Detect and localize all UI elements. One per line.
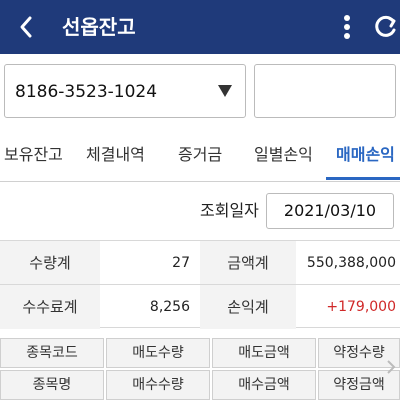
col-header: 종목명 (0, 370, 104, 400)
query-date-label: 조회일자 (200, 201, 259, 220)
col-header: 매수수량 (106, 370, 210, 400)
table-header-row: 종목코드 매도수량 매도금액 약정수량 (0, 338, 400, 368)
page-title: 선옵잔고 (62, 15, 136, 39)
tab-margin[interactable]: 증거금 (178, 128, 222, 181)
password-field[interactable] (254, 64, 396, 118)
more-vertical-icon (344, 15, 350, 39)
back-button[interactable] (8, 8, 44, 46)
account-select[interactable]: 8186-3523-1024 (4, 64, 246, 118)
tab-holdings[interactable]: 보유잔고 (4, 128, 63, 181)
col-header: 매도수량 (106, 338, 210, 368)
amount-total-value: 550,388,000 (306, 255, 396, 271)
account-number: 8186-3523-1024 (15, 82, 158, 102)
tab-daily-pnl[interactable]: 일별손익 (254, 128, 313, 181)
fee-total-label: 수수료계 (0, 285, 100, 329)
qty-total-value: 27 (172, 255, 190, 271)
summary-row: 수량계 27 금액계 550,388,000 (0, 240, 400, 285)
table-header-row: 종목명 매수수량 매수금액 약정금액 (0, 370, 400, 400)
col-header: 종목코드 (0, 338, 104, 368)
tab-executions[interactable]: 체결내역 (86, 128, 145, 181)
app-header: 선옵잔고 (0, 0, 400, 54)
summary-row: 수수료계 8,256 손익계 +179,000 (0, 284, 400, 329)
active-tab-indicator (326, 177, 400, 180)
fee-total-value: 8,256 (149, 299, 190, 315)
scroll-right-button[interactable] (382, 352, 400, 382)
qty-total-label: 수량계 (0, 241, 100, 285)
caret-down-icon (218, 85, 232, 97)
amount-total-label: 금액계 (200, 241, 296, 285)
more-button[interactable] (334, 8, 360, 46)
col-header: 매도금액 (212, 338, 316, 368)
chevron-left-icon (20, 16, 32, 38)
tab-trade-pnl[interactable]: 매매손익 (336, 128, 395, 181)
chevron-right-icon (387, 360, 396, 374)
tab-bar: 보유잔고 체결내역 증거금 일별손익 매매손익 (0, 128, 400, 182)
col-header: 매수금액 (212, 370, 316, 400)
pnl-total-label: 손익계 (200, 285, 296, 329)
refresh-button[interactable] (370, 8, 400, 46)
refresh-icon (375, 15, 396, 37)
pnl-total-value: +179,000 (326, 299, 396, 315)
query-date-field[interactable]: 2021/03/10 (266, 193, 394, 229)
